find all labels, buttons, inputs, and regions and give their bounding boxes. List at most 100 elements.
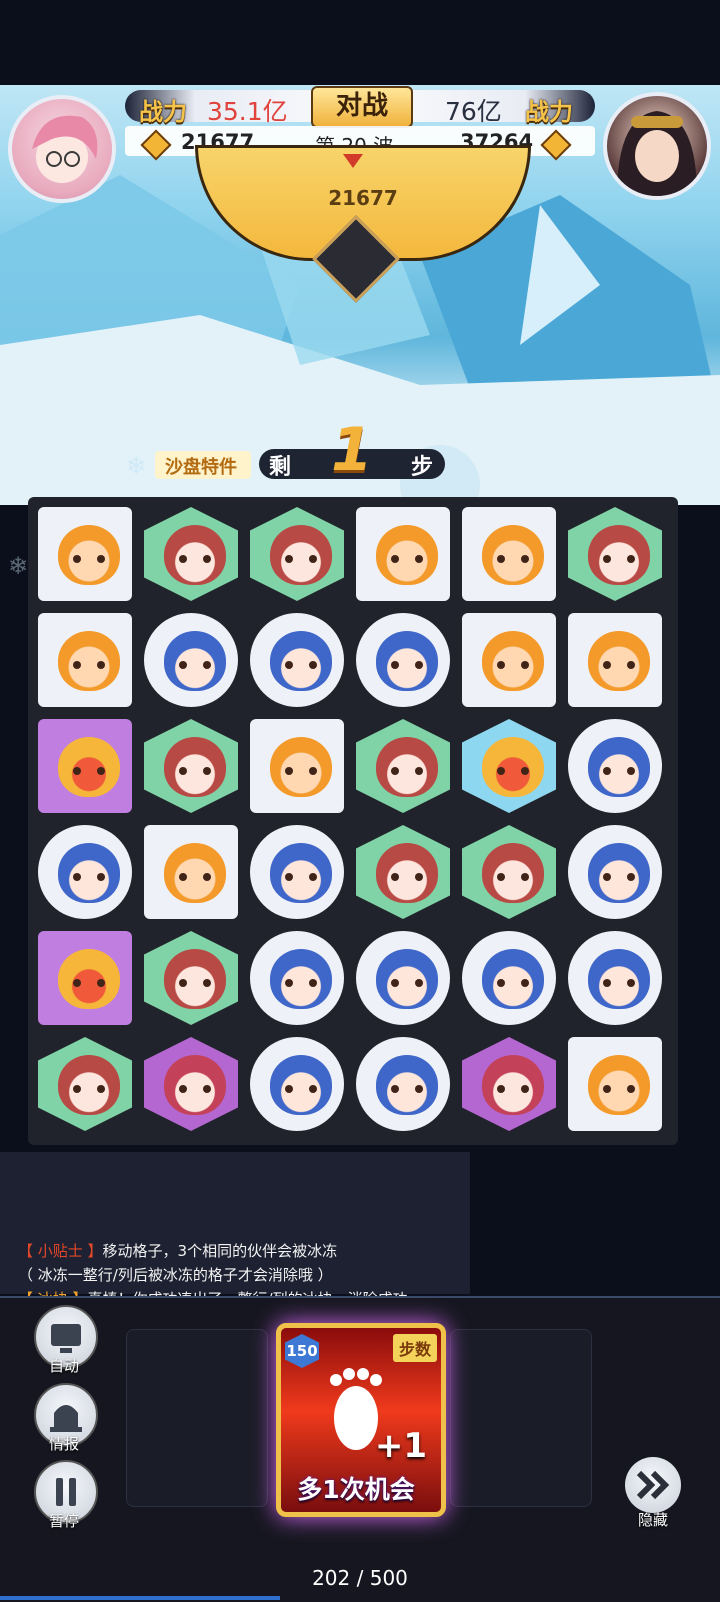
tile-blue-ci	[38, 825, 132, 919]
blue-hero-icon	[270, 631, 332, 691]
red-hero-icon	[164, 949, 226, 1009]
board-cell[interactable]	[458, 1033, 560, 1135]
board-cell[interactable]	[246, 927, 348, 1029]
hide-button[interactable]	[625, 1457, 681, 1513]
opponent-portrait-icon	[617, 111, 697, 196]
red-hero-icon	[58, 1055, 120, 1115]
tile-red-hex	[250, 507, 344, 601]
board-cell[interactable]	[352, 927, 454, 1029]
board-cell[interactable]	[140, 821, 242, 923]
board-cell[interactable]	[246, 503, 348, 605]
tile-blue-ci	[568, 931, 662, 1025]
blue-hero-icon	[270, 1055, 332, 1115]
tip-label: 【 小贴士 】	[18, 1242, 103, 1260]
board-cell[interactable]	[34, 1033, 136, 1135]
board-cell[interactable]	[458, 609, 560, 711]
board-cell[interactable]	[140, 715, 242, 817]
board-cell[interactable]	[140, 609, 242, 711]
tile-red-hex	[38, 1037, 132, 1131]
steps-remaining-bar: 沙盘特件 剩 1 步	[155, 415, 445, 485]
hide-label: 隐藏	[637, 1511, 668, 1529]
board-cell[interactable]	[352, 1033, 454, 1135]
card-bonus: +1	[374, 1426, 427, 1466]
board-cell[interactable]	[34, 715, 136, 817]
board-cell[interactable]	[34, 503, 136, 605]
red-hero-icon	[164, 737, 226, 797]
board-cell[interactable]	[352, 609, 454, 711]
opponent-avatar[interactable]	[603, 92, 711, 200]
empty-card-slot[interactable]	[126, 1329, 268, 1507]
board-cell[interactable]	[352, 821, 454, 923]
player-power-label: 战力	[139, 98, 187, 126]
tile-orange-sq	[250, 719, 344, 813]
tip-text: 移动格子，3个相同的伙伴会被冰冻	[102, 1242, 338, 1260]
steps-count: 1	[331, 415, 373, 485]
card-progress: 202 / 500	[312, 1566, 408, 1590]
player-portrait-icon	[32, 115, 98, 183]
tile-orange-sq	[462, 507, 556, 601]
double-chevron-icon	[636, 1470, 670, 1500]
board-cell[interactable]	[246, 715, 348, 817]
board-cell[interactable]	[458, 821, 560, 923]
blue-hero-icon	[588, 843, 650, 903]
board-cell[interactable]	[458, 927, 560, 1029]
tile-red-hex	[356, 719, 450, 813]
empty-card-slot[interactable]	[450, 1329, 592, 1507]
steps-prefix: 剩	[269, 455, 292, 480]
board-cell[interactable]	[564, 609, 666, 711]
board-cell[interactable]	[458, 503, 560, 605]
gold-hero-icon	[482, 737, 544, 797]
board-cell[interactable]	[140, 503, 242, 605]
opponent-power-value: 76亿	[445, 97, 502, 126]
board-cell[interactable]	[34, 821, 136, 923]
tile-gold-sq	[38, 719, 132, 813]
pause-label: 暂停	[48, 1512, 79, 1530]
board-cell[interactable]	[352, 715, 454, 817]
orange-hero-icon	[376, 525, 438, 585]
board-cell[interactable]	[564, 503, 666, 605]
tile-pink-hex	[144, 1037, 238, 1131]
tile-blue-ci	[356, 1037, 450, 1131]
snowflake-icon: ❄	[8, 552, 29, 580]
board-cell[interactable]	[564, 821, 666, 923]
vs-badge: 对战	[311, 86, 413, 128]
gold-hero-icon	[58, 737, 120, 797]
progress-bar	[0, 1596, 280, 1600]
tile-red-hex	[144, 931, 238, 1025]
tile-blue-ci	[250, 825, 344, 919]
board-cell[interactable]	[34, 609, 136, 711]
board-cell[interactable]	[140, 927, 242, 1029]
board-cell[interactable]	[34, 927, 136, 1029]
board-cell[interactable]	[246, 609, 348, 711]
blue-hero-icon	[376, 631, 438, 691]
blue-hero-icon	[376, 1055, 438, 1115]
player-avatar[interactable]	[8, 95, 116, 203]
blue-hero-icon	[482, 949, 544, 1009]
orange-hero-icon	[58, 631, 120, 691]
blue-hero-icon	[58, 843, 120, 903]
tile-blue-ci	[462, 931, 556, 1025]
tile-orange-sq	[568, 1037, 662, 1131]
red-hero-icon	[376, 843, 438, 903]
tip-text-2: （ 冰冻一整行/列后被冰冻的格子才会消除哦 ）	[18, 1266, 333, 1284]
blue-hero-icon	[270, 949, 332, 1009]
orange-hero-icon	[588, 631, 650, 691]
tile-pink-hex	[462, 1037, 556, 1131]
tile-gold-hex	[462, 719, 556, 813]
board-cell[interactable]	[564, 927, 666, 1029]
tile-gold-sq	[38, 931, 132, 1025]
board-cell[interactable]	[564, 715, 666, 817]
status-area	[0, 0, 720, 85]
board-cell[interactable]	[458, 715, 560, 817]
board-cell[interactable]	[564, 1033, 666, 1135]
tile-orange-sq	[462, 613, 556, 707]
step-bonus-card[interactable]: 150 步数 +1 多1次机会	[276, 1323, 446, 1517]
board-cell[interactable]	[140, 1033, 242, 1135]
red-hero-icon	[482, 843, 544, 903]
board-cell[interactable]	[352, 503, 454, 605]
player-power-value: 35.1亿	[207, 97, 288, 126]
info-label: 情报	[48, 1435, 79, 1453]
feature-label: 沙盘特件	[165, 457, 237, 478]
board-cell[interactable]	[246, 1033, 348, 1135]
board-cell[interactable]	[246, 821, 348, 923]
